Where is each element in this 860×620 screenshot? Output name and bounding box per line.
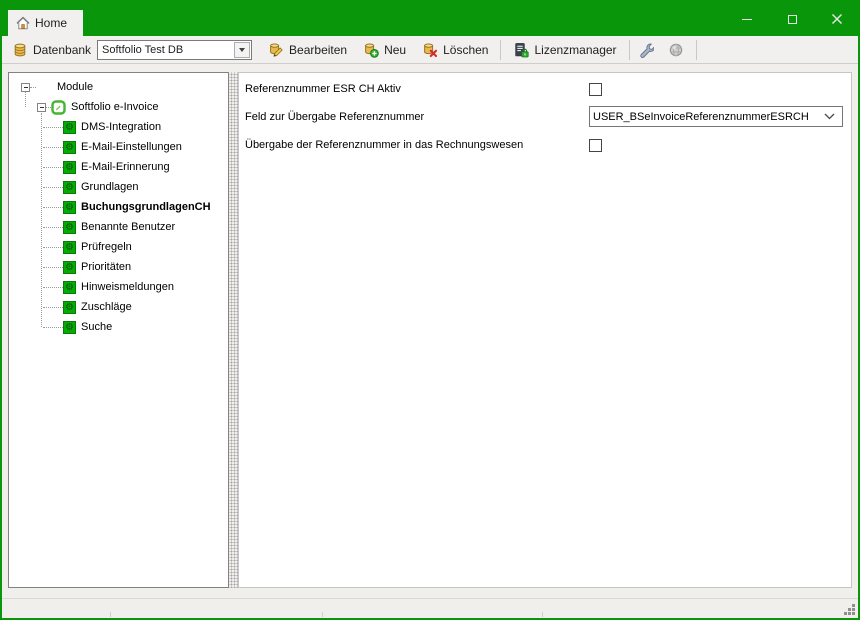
gear-module-icon: ⚙ <box>63 261 76 274</box>
field-label: Übergabe der Referenznummer in das Rechn… <box>245 139 589 151</box>
edit-database-icon <box>268 42 284 58</box>
tree-node-suche[interactable]: ⚙ Suche <box>9 317 228 337</box>
module-tree: Module Softfolio e-Invoice ⚙ DMS-Integra… <box>9 73 228 337</box>
globe-icon <box>668 42 684 58</box>
resize-grip[interactable] <box>843 603 856 616</box>
tree-node-softfolio-einvoice[interactable]: Softfolio e-Invoice <box>9 97 228 117</box>
tree-node-module[interactable]: Module <box>9 77 228 97</box>
form-row: Feld zur Übergabe Referenznummer USER_BS… <box>245 106 843 127</box>
globe-button[interactable] <box>664 38 688 62</box>
titlebar: Home <box>2 2 858 36</box>
statusbar <box>2 598 858 618</box>
tree-node-label: Hinweismeldungen <box>81 281 174 293</box>
field-label: Feld zur Übergabe Referenznummer <box>245 111 589 123</box>
toolbar-separator <box>500 40 501 60</box>
gear-module-icon: ⚙ <box>63 281 76 294</box>
home-icon <box>15 15 31 31</box>
tree-node-label: Prioritäten <box>81 261 131 273</box>
tree-node-prioritaeten[interactable]: ⚙ Prioritäten <box>9 257 228 277</box>
delete-database-icon <box>422 42 438 58</box>
neu-label: Neu <box>384 43 406 57</box>
datenbank-label: Datenbank <box>33 43 91 57</box>
form-row: Übergabe der Referenznummer in das Rechn… <box>245 137 843 153</box>
new-database-icon <box>363 42 379 58</box>
collapse-icon[interactable] <box>37 103 46 112</box>
gear-module-icon: ⚙ <box>63 221 76 234</box>
module-tree-panel: Module Softfolio e-Invoice ⚙ DMS-Integra… <box>8 72 229 588</box>
settings-wrench-button[interactable] <box>634 38 658 62</box>
tab-home[interactable]: Home <box>8 10 83 36</box>
tree-node-label: E-Mail-Erinnerung <box>81 161 170 173</box>
referenznummer-esr-ch-aktiv-checkbox[interactable] <box>589 83 602 96</box>
toolbar-separator <box>696 40 697 60</box>
lizenzmanager-button[interactable]: Lizenzmanager <box>505 38 624 62</box>
tree-node-pruefregeln[interactable]: ⚙ Prüfregeln <box>9 237 228 257</box>
statusbar-separator <box>322 612 323 617</box>
window-controls <box>738 2 846 36</box>
uebergabe-rechnungswesen-checkbox[interactable] <box>589 139 602 152</box>
toolbar-separator <box>629 40 630 60</box>
combobox-value: USER_BSeInvoiceReferenznummerESRCH <box>590 111 824 123</box>
database-combobox[interactable]: Softfolio Test DB <box>97 40 252 60</box>
dropdown-arrow-icon[interactable] <box>234 42 250 58</box>
gear-module-icon: ⚙ <box>63 121 76 134</box>
gear-module-icon: ⚙ <box>63 141 76 154</box>
field-label: Referenznummer ESR CH Aktiv <box>245 83 589 95</box>
tree-node-dms-integration[interactable]: ⚙ DMS-Integration <box>9 117 228 137</box>
lizenzmanager-label: Lizenzmanager <box>534 43 616 57</box>
softfolio-module-icon <box>51 100 66 115</box>
neu-button[interactable]: Neu <box>355 38 414 62</box>
tree-node-label: Softfolio e-Invoice <box>71 101 158 113</box>
gear-module-icon: ⚙ <box>63 181 76 194</box>
tree-node-zuschlaege[interactable]: ⚙ Zuschläge <box>9 297 228 317</box>
database-icon <box>12 42 28 58</box>
content-area: Module Softfolio e-Invoice ⚙ DMS-Integra… <box>2 64 858 596</box>
tree-node-label: Suche <box>81 321 112 333</box>
close-icon[interactable] <box>828 10 846 28</box>
feld-uebergabe-referenznummer-combobox[interactable]: USER_BSeInvoiceReferenznummerESRCH <box>589 106 843 127</box>
tab-home-label: Home <box>35 16 67 30</box>
bearbeiten-button[interactable]: Bearbeiten <box>260 38 355 62</box>
tree-node-hinweismeldungen[interactable]: ⚙ Hinweismeldungen <box>9 277 228 297</box>
tree-node-label: BuchungsgrundlagenCH <box>81 201 211 213</box>
panel-splitter[interactable] <box>229 72 238 588</box>
collapse-icon[interactable] <box>21 83 30 92</box>
tree-node-label: Benannte Benutzer <box>81 221 175 233</box>
gear-module-icon: ⚙ <box>63 321 76 334</box>
application-window: Home Datenbank Softfolio Test DB <box>0 0 860 620</box>
statusbar-separator <box>110 612 111 617</box>
minimize-icon[interactable] <box>738 10 756 28</box>
form-row: Referenznummer ESR CH Aktiv <box>245 81 843 97</box>
maximize-icon[interactable] <box>783 10 801 28</box>
tree-node-label: Zuschläge <box>81 301 132 313</box>
gear-module-icon: ⚙ <box>63 241 76 254</box>
gear-module-icon: ⚙ <box>63 201 76 214</box>
loeschen-button[interactable]: Löschen <box>414 38 496 62</box>
tree-node-label: DMS-Integration <box>81 121 161 133</box>
license-manager-icon <box>513 42 529 58</box>
tree-node-email-erinnerung[interactable]: ⚙ E-Mail-Erinnerung <box>9 157 228 177</box>
loeschen-label: Löschen <box>443 43 488 57</box>
tree-node-label: Grundlagen <box>81 181 139 193</box>
tree-node-email-einstellungen[interactable]: ⚙ E-Mail-Einstellungen <box>9 137 228 157</box>
database-combobox-value: Softfolio Test DB <box>98 44 234 56</box>
wrench-icon <box>638 42 654 58</box>
tree-node-buchungsgrundlagench[interactable]: ⚙ BuchungsgrundlagenCH <box>9 197 228 217</box>
tree-node-label: Prüfregeln <box>81 241 132 253</box>
toolbar: Datenbank Softfolio Test DB Bearbeiten N… <box>2 36 858 64</box>
tree-node-benannte-benutzer[interactable]: ⚙ Benannte Benutzer <box>9 217 228 237</box>
gear-module-icon: ⚙ <box>63 161 76 174</box>
tree-node-grundlagen[interactable]: ⚙ Grundlagen <box>9 177 228 197</box>
statusbar-separator <box>542 612 543 617</box>
settings-panel: Referenznummer ESR CH Aktiv Feld zur Übe… <box>238 72 852 588</box>
bearbeiten-label: Bearbeiten <box>289 43 347 57</box>
chevron-down-icon <box>824 113 835 120</box>
tree-node-label: Module <box>57 81 93 93</box>
gear-module-icon: ⚙ <box>63 301 76 314</box>
tree-node-label: E-Mail-Einstellungen <box>81 141 182 153</box>
